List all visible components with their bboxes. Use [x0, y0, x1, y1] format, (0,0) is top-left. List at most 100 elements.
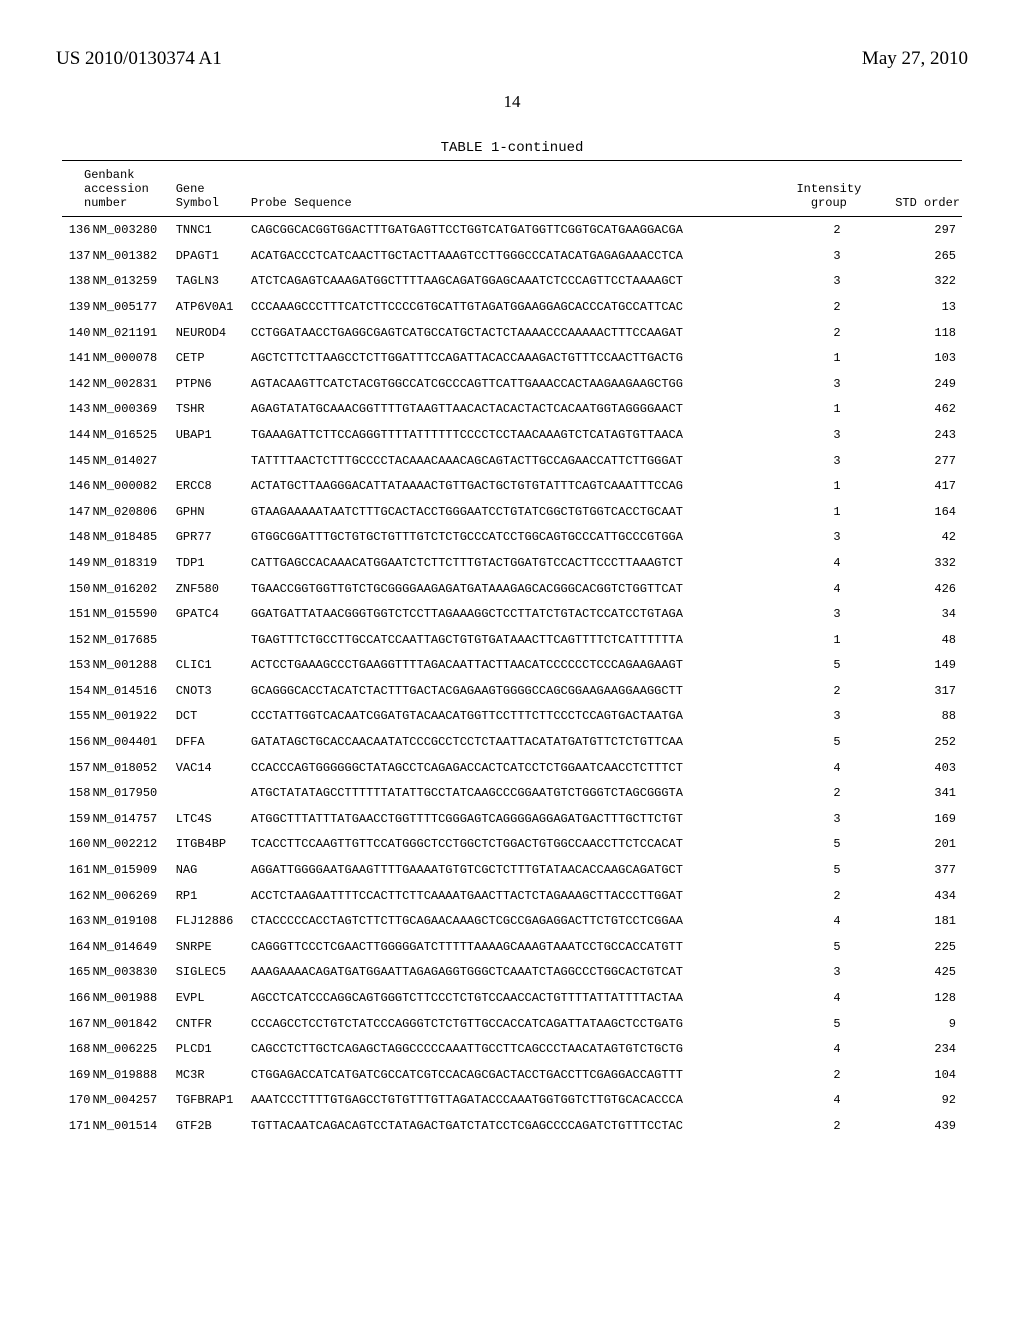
table-row: 148NM_018485GPR77GTGGCGGATTTGCTGTGCTGTTT…: [62, 525, 962, 551]
probe-sequence: ACCTCTAAGAATTTTCCACTTCTTCAAAATGAACTTACTC…: [249, 883, 787, 909]
accession-number: NM_006225: [90, 1036, 173, 1062]
gene-symbol: [174, 448, 249, 474]
col-intensity-group: Intensity group: [787, 167, 870, 217]
table-row: 155NM_001922DCTCCCTATTGGTCACAATCGGATGTAC…: [62, 704, 962, 730]
probe-sequence: TATTTTAACTCTTTGCCCCTACAAACAAACAGCAGTACTT…: [249, 448, 787, 474]
row-index: 155: [62, 704, 90, 730]
intensity-group: 2: [787, 217, 870, 243]
row-index: 149: [62, 550, 90, 576]
std-order: 434: [871, 883, 962, 909]
gene-symbol: GTF2B: [174, 1113, 249, 1139]
std-order: 265: [871, 243, 962, 269]
table-row: 156NM_004401DFFAGATATAGCTGCACCAACAATATCC…: [62, 729, 962, 755]
std-order: 277: [871, 448, 962, 474]
gene-symbol: TSHR: [174, 397, 249, 423]
gene-symbol: NAG: [174, 857, 249, 883]
intensity-group: 3: [787, 422, 870, 448]
std-order: 9: [871, 1011, 962, 1037]
intensity-group: 3: [787, 960, 870, 986]
gene-symbol: UBAP1: [174, 422, 249, 448]
row-index: 162: [62, 883, 90, 909]
table-row: 150NM_016202ZNF580TGAACCGGTGGTTGTCTGCGGG…: [62, 576, 962, 602]
accession-number: NM_002831: [90, 371, 173, 397]
std-order: 181: [871, 908, 962, 934]
gene-symbol: SNRPE: [174, 934, 249, 960]
table-row: 152NM_017685TGAGTTTCTGCCTTGCCATCCAATTAGC…: [62, 627, 962, 653]
gene-symbol: TAGLN3: [174, 269, 249, 295]
std-order: 149: [871, 652, 962, 678]
gene-symbol: FLJ12886: [174, 908, 249, 934]
accession-number: NM_003280: [90, 217, 173, 243]
col-gene-symbol: Gene Symbol: [174, 167, 249, 217]
table-row: 163NM_019108FLJ12886CTACCCCCACCTAGTCTTCT…: [62, 908, 962, 934]
row-index: 139: [62, 294, 90, 320]
std-order: 297: [871, 217, 962, 243]
intensity-group: 3: [787, 806, 870, 832]
intensity-group: 2: [787, 883, 870, 909]
accession-number: NM_000369: [90, 397, 173, 423]
gene-symbol: CLIC1: [174, 652, 249, 678]
std-order: 164: [871, 499, 962, 525]
row-index: 169: [62, 1062, 90, 1088]
intensity-group: 5: [787, 832, 870, 858]
probe-sequence: AGTACAAGTTCATCTACGTGGCCATCGCCCAGTTCATTGA…: [249, 371, 787, 397]
intensity-group: 4: [787, 755, 870, 781]
gene-symbol: [174, 780, 249, 806]
table-row: 165NM_003830SIGLEC5AAAGAAAACAGATGATGGAAT…: [62, 960, 962, 986]
row-index: 166: [62, 985, 90, 1011]
std-order: 332: [871, 550, 962, 576]
probe-sequence: ATCTCAGAGTCAAAGATGGCTTTTAAGCAGATGGAGCAAA…: [249, 269, 787, 295]
row-index: 160: [62, 832, 90, 858]
std-order: 462: [871, 397, 962, 423]
col-std-order: STD order: [871, 167, 962, 217]
row-index: 141: [62, 345, 90, 371]
std-order: 13: [871, 294, 962, 320]
probe-sequence: GATATAGCTGCACCAACAATATCCCGCCTCCTCTAATTAC…: [249, 729, 787, 755]
accession-number: NM_005177: [90, 294, 173, 320]
accession-number: NM_014649: [90, 934, 173, 960]
std-order: 34: [871, 601, 962, 627]
intensity-group: 3: [787, 269, 870, 295]
row-index: 146: [62, 473, 90, 499]
accession-number: NM_019108: [90, 908, 173, 934]
table-row: 146NM_000082ERCC8ACTATGCTTAAGGGACATTATAA…: [62, 473, 962, 499]
accession-number: NM_015590: [90, 601, 173, 627]
table-row: 153NM_001288CLIC1ACTCCTGAAAGCCCTGAAGGTTT…: [62, 652, 962, 678]
gene-symbol: ERCC8: [174, 473, 249, 499]
table-row: 137NM_001382DPAGT1ACATGACCCTCATCAACTTGCT…: [62, 243, 962, 269]
intensity-group: 5: [787, 729, 870, 755]
accession-number: NM_015909: [90, 857, 173, 883]
accession-number: NM_020806: [90, 499, 173, 525]
intensity-group: 4: [787, 985, 870, 1011]
gene-symbol: VAC14: [174, 755, 249, 781]
intensity-group: 3: [787, 243, 870, 269]
table-row: 160NM_002212ITGB4BPTCACCTTCCAAGTTGTTCCAT…: [62, 832, 962, 858]
table-row: 166NM_001988EVPLAGCCTCATCCCAGGCAGTGGGTCT…: [62, 985, 962, 1011]
intensity-group: 3: [787, 704, 870, 730]
page-number: 14: [56, 92, 968, 112]
table-row: 159NM_014757LTC4SATGGCTTTATTTATGAACCTGGT…: [62, 806, 962, 832]
intensity-group: 5: [787, 652, 870, 678]
gene-symbol: GPR77: [174, 525, 249, 551]
gene-symbol: ZNF580: [174, 576, 249, 602]
probe-sequence: TGAGTTTCTGCCTTGCCATCCAATTAGCTGTGTGATAAAC…: [249, 627, 787, 653]
gene-symbol: LTC4S: [174, 806, 249, 832]
gene-symbol: CNOT3: [174, 678, 249, 704]
intensity-group: 2: [787, 294, 870, 320]
intensity-group: 1: [787, 499, 870, 525]
table-row: 138NM_013259TAGLN3ATCTCAGAGTCAAAGATGGCTT…: [62, 269, 962, 295]
row-index: 156: [62, 729, 90, 755]
intensity-group: 1: [787, 397, 870, 423]
accession-number: NM_018485: [90, 525, 173, 551]
std-order: 425: [871, 960, 962, 986]
row-index: 158: [62, 780, 90, 806]
row-index: 144: [62, 422, 90, 448]
probe-sequence: GTAAGAAAAATAATCTTTGCACTACCTGGGAATCCTGTAT…: [249, 499, 787, 525]
accession-number: NM_003830: [90, 960, 173, 986]
probe-sequence: TGAACCGGTGGTTGTCTGCGGGGAAGAGATGATAAAGAGC…: [249, 576, 787, 602]
std-order: 234: [871, 1036, 962, 1062]
table-row: 162NM_006269RP1ACCTCTAAGAATTTTCCACTTCTTC…: [62, 883, 962, 909]
gene-symbol: DCT: [174, 704, 249, 730]
intensity-group: 4: [787, 576, 870, 602]
row-index: 138: [62, 269, 90, 295]
